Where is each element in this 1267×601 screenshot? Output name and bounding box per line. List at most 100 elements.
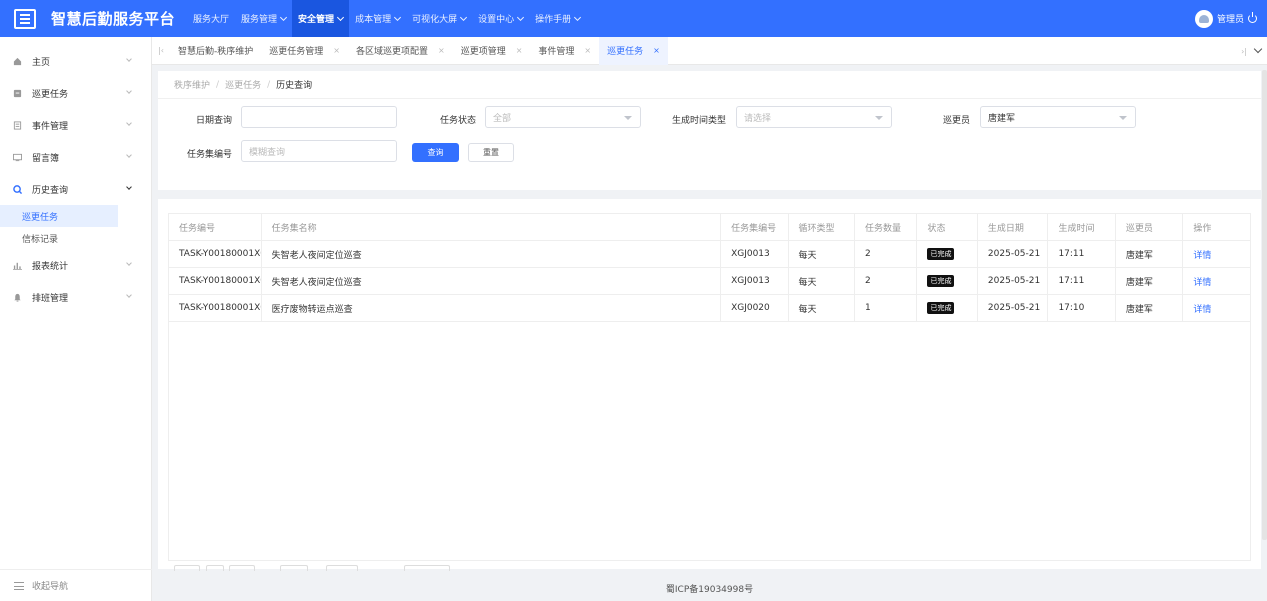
status-cell: 已完成 xyxy=(916,267,978,295)
action-cell: 详情 xyxy=(1182,267,1251,295)
topnav-item-service-mgmt[interactable]: 服务管理 xyxy=(235,0,292,37)
breadcrumb-item[interactable]: 巡更任务 xyxy=(225,78,261,91)
column-header: 生成时间 xyxy=(1047,213,1116,241)
tab-patrol-item-mgmt[interactable]: 巡更项管理 × xyxy=(453,37,531,65)
history-icon xyxy=(13,184,22,194)
column-header: 操作 xyxy=(1182,213,1251,241)
pagination-total xyxy=(404,565,450,571)
chevron-down-icon xyxy=(126,292,132,298)
pagination-jump-input[interactable] xyxy=(326,565,358,571)
collapse-nav-label: 收起导航 xyxy=(32,582,69,592)
detail-link[interactable]: 详情 xyxy=(1193,278,1211,288)
topnav-item-security-mgmt[interactable]: 安全管理 xyxy=(292,0,350,37)
close-icon[interactable]: × xyxy=(516,46,523,55)
breadcrumb: 秩序维护 / 巡更任务 / 历史查询 xyxy=(158,71,1261,99)
column-header: 状态 xyxy=(916,213,978,241)
chevron-down-icon xyxy=(126,152,132,158)
chevron-down-icon[interactable] xyxy=(1253,44,1263,54)
top-navbar: 智慧后勤服务平台 服务大厅 服务管理 安全管理 成本管理 可视化大屏 设置中心 … xyxy=(0,0,1267,37)
tab-patrol-task[interactable]: 巡更任务 × xyxy=(599,36,668,65)
column-header: 生成日期 xyxy=(976,213,1049,241)
close-icon[interactable]: × xyxy=(438,46,445,55)
tab-scroll-right-button[interactable]: ›| xyxy=(1241,47,1247,56)
task-no-cell: TASK-Y00180001X0 xyxy=(168,240,262,268)
task-set-no-placeholder: 模糊查询 xyxy=(249,147,286,158)
date-query-label: 日期查询 xyxy=(195,116,232,126)
user-name: 管理员 xyxy=(1216,15,1244,25)
topnav-item-label: 安全管理 xyxy=(298,15,335,25)
query-button[interactable]: 查询 xyxy=(412,143,459,162)
sidebar-subitem-label: 信标记录 xyxy=(22,234,59,245)
sidebar-item-history[interactable]: 历史查询 xyxy=(0,173,151,205)
reset-button[interactable]: 重置 xyxy=(468,143,514,162)
tab-scroll-right-group: ›| xyxy=(1241,37,1267,65)
task-set-name-cell: 医疗废物转运点巡查 xyxy=(260,294,722,322)
tab-scroll-left-button[interactable]: |‹ xyxy=(152,37,170,65)
task-set-no-label: 任务集编号 xyxy=(186,150,232,160)
status-badge: 已完成 xyxy=(927,302,955,314)
caret-down-icon xyxy=(875,116,883,120)
sidebar-item-event-mgmt[interactable]: 事件管理 xyxy=(0,109,151,141)
gen-date-cell: 2025-05-21 xyxy=(976,267,1049,295)
breadcrumb-separator: / xyxy=(267,79,271,90)
sidebar-item-guestbook[interactable]: 留言簿 xyxy=(0,141,151,173)
sidebar-subitem-beacon-record[interactable]: 信标记录 xyxy=(0,227,151,249)
pagination-next-button[interactable] xyxy=(229,565,255,571)
tab-event-mgmt[interactable]: 事件管理 × xyxy=(530,37,599,65)
gen-time-type-select[interactable]: 请选择 xyxy=(736,106,892,128)
tab-patrol-task-mgmt[interactable]: 巡更任务管理 × xyxy=(261,37,348,65)
sidebar-item-patrol-task[interactable]: 巡更任务 xyxy=(0,77,151,109)
chevron-down-icon xyxy=(517,13,525,21)
user-menu[interactable]: 管理员 xyxy=(1194,0,1257,37)
tab-order-maintenance[interactable]: 智慧后勤-秩序维护 xyxy=(170,37,261,65)
patroller-cell: 唐建军 xyxy=(1114,240,1184,268)
close-icon[interactable]: × xyxy=(584,46,591,55)
sidebar-item-scheduling[interactable]: 排班管理 xyxy=(0,281,151,313)
sidebar-subitem-patrol-task[interactable]: 巡更任务 xyxy=(0,205,118,227)
date-query-input[interactable] xyxy=(241,106,397,128)
page-scrollbar[interactable] xyxy=(1262,70,1267,540)
topnav-item-dashboard[interactable]: 可视化大屏 xyxy=(406,0,472,37)
topnav-item-manual[interactable]: 操作手册 xyxy=(529,0,586,37)
action-cell: 详情 xyxy=(1182,240,1251,268)
breadcrumb-current: 历史查询 xyxy=(276,81,313,91)
sidebar-item-home[interactable]: 主页 xyxy=(0,45,151,77)
topnav-item-label: 可视化大屏 xyxy=(412,15,458,25)
task-set-no-cell: XGJ0013 xyxy=(720,240,789,268)
event-icon xyxy=(13,120,22,130)
breadcrumb-item[interactable]: 秩序维护 xyxy=(174,78,210,91)
task-set-no-input[interactable]: 模糊查询 xyxy=(241,140,397,162)
status-badge: 已完成 xyxy=(927,275,955,287)
column-header: 任务集编号 xyxy=(720,213,789,241)
task-set-no-cell: XGJ0013 xyxy=(720,267,789,295)
power-icon[interactable] xyxy=(1248,12,1257,23)
top-menu: 服务大厅 服务管理 安全管理 成本管理 可视化大屏 设置中心 操作手册 xyxy=(187,0,586,37)
topnav-item-service-hall[interactable]: 服务大厅 xyxy=(187,0,235,37)
topnav-item-settings[interactable]: 设置中心 xyxy=(472,0,529,37)
cycle-type-cell: 每天 xyxy=(787,267,856,295)
close-icon[interactable]: × xyxy=(653,46,660,55)
chevron-down-icon xyxy=(126,56,132,62)
table-row: TASK-Y00180001X0 失智老人夜间定位巡查 XGJ0013 每天 2… xyxy=(168,240,1251,268)
pagination-size-select[interactable] xyxy=(280,565,308,571)
detail-link[interactable]: 详情 xyxy=(1193,305,1211,315)
chevron-down-icon xyxy=(337,13,345,21)
topnav-item-cost-mgmt[interactable]: 成本管理 xyxy=(349,0,406,37)
home-icon xyxy=(13,57,22,65)
app-title: 智慧后勤服务平台 xyxy=(51,10,176,28)
gen-time-cell: 17:11 xyxy=(1047,240,1116,268)
task-status-select[interactable]: 全部 xyxy=(485,106,641,128)
collapse-nav-button[interactable]: 收起导航 xyxy=(0,569,152,601)
patroller-select[interactable]: 唐建军 xyxy=(980,106,1136,128)
pagination-page-button[interactable] xyxy=(206,565,224,571)
caret-down-icon xyxy=(1119,116,1127,120)
sidebar-item-reports[interactable]: 报表统计 xyxy=(0,249,151,281)
tab-label: 巡更任务 xyxy=(607,47,644,57)
close-icon[interactable]: × xyxy=(333,46,340,55)
table-row: TASK-Y00180001X0 医疗废物转运点巡查 XGJ0020 每天 1 … xyxy=(168,294,1251,322)
detail-link[interactable]: 详情 xyxy=(1193,251,1211,261)
patroller-value: 唐建军 xyxy=(988,113,1016,124)
tab-area-patrol-config[interactable]: 各区域巡更项配置 × xyxy=(348,37,453,65)
table-header-row: 任务编号 任务集名称 任务集编号 循环类型 任务数量 状态 生成日期 生成时间 … xyxy=(168,213,1251,241)
pagination-prev-button[interactable] xyxy=(174,565,200,571)
